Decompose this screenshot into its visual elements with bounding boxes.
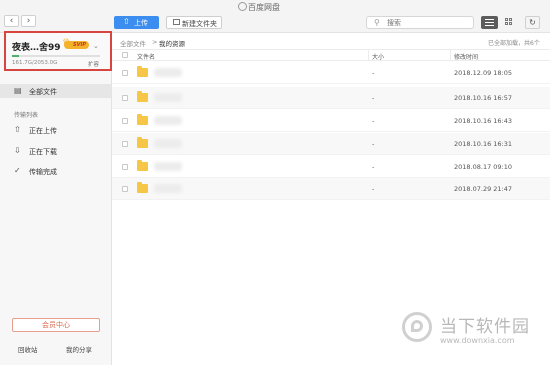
sidebar-item-all-files[interactable]: ▤ 全部文件: [0, 84, 111, 98]
size-cell: -: [372, 185, 375, 193]
grid-view-button[interactable]: [501, 16, 516, 29]
window-title: 百度网盘: [248, 3, 280, 12]
size-cell: -: [372, 117, 375, 125]
select-all-checkbox[interactable]: [122, 52, 128, 58]
check-circle-icon: ✓: [14, 166, 21, 175]
table-row[interactable]: - 2018.08.17 09:10: [112, 156, 550, 178]
size-cell: -: [372, 140, 375, 148]
watermark-text: 当下软件园: [440, 317, 530, 337]
column-header-name[interactable]: 文件名: [137, 52, 155, 61]
table-header: 文件名 大小 修改时间: [112, 49, 550, 61]
sidebar-item-completed[interactable]: ✓ 传输完成: [0, 164, 111, 178]
date-cell: 2018.10.16 16:31: [454, 140, 513, 148]
row-checkbox[interactable]: [122, 95, 128, 101]
file-name-blurred: [154, 93, 182, 102]
table-row[interactable]: - 2018.10.16 16:57: [112, 87, 550, 109]
file-name-blurred: [154, 68, 182, 77]
file-name-blurred: [154, 162, 182, 171]
date-cell: 2018.07.29 21:47: [454, 185, 513, 193]
row-checkbox[interactable]: [122, 186, 128, 192]
upload-icon: ⇧: [14, 125, 21, 134]
folder-icon: [137, 66, 148, 77]
loaded-status: 已全部加载，共6个: [488, 40, 540, 47]
file-name-blurred: [154, 139, 182, 148]
watermark-url: www.downxia.com: [440, 336, 515, 345]
upload-label: 上传: [134, 19, 148, 27]
table-row[interactable]: - 2018.10.16 16:31: [112, 133, 550, 155]
watermark-logo-icon: [402, 312, 432, 342]
list-view-button[interactable]: [481, 16, 498, 29]
transfer-section-title: 传输列表: [14, 112, 39, 119]
search-icon: ⚲: [374, 18, 380, 27]
row-checkbox[interactable]: [122, 70, 128, 76]
folder-icon: [137, 91, 148, 102]
new-folder-button[interactable]: 新建文件夹: [166, 16, 222, 29]
row-checkbox[interactable]: [122, 141, 128, 147]
sidebar-item-uploading[interactable]: ⇧ 正在上传: [0, 123, 111, 137]
folder-icon: [137, 114, 148, 125]
download-icon: ⇩: [14, 146, 21, 155]
file-name-blurred: [154, 116, 182, 125]
search-input[interactable]: [387, 18, 467, 27]
size-cell: -: [372, 94, 375, 102]
file-name-blurred: [154, 184, 182, 193]
vip-badge: SVIP: [64, 41, 89, 49]
quota-bar: [12, 55, 100, 57]
recycle-bin-link[interactable]: 回收站: [18, 344, 38, 354]
date-cell: 2018.08.17 09:10: [454, 163, 513, 171]
refresh-icon: ↻: [529, 18, 536, 27]
sidebar: [0, 33, 112, 365]
chevron-down-icon[interactable]: ⌄: [93, 42, 99, 50]
new-folder-label: 新建文件夹: [182, 20, 217, 28]
sidebar-item-downloading[interactable]: ⇩ 正在下载: [0, 144, 111, 158]
column-header-size[interactable]: 大小: [372, 52, 384, 61]
quota-text: 161.7G/2053.0G: [12, 60, 58, 66]
search-box[interactable]: ⚲: [366, 16, 474, 29]
upload-icon: ⇧: [123, 17, 130, 26]
table-row[interactable]: - 2018.10.16 16:43: [112, 110, 550, 132]
chevron-left-icon: ‹: [9, 16, 14, 26]
breadcrumb-root[interactable]: 全部文件: [120, 38, 146, 48]
size-cell: -: [372, 163, 375, 171]
sidebar-item-label: 全部文件: [29, 88, 57, 96]
new-folder-icon: [173, 19, 180, 25]
date-cell: 2018.10.16 16:43: [454, 117, 513, 125]
folder-icon: [137, 160, 148, 171]
document-icon: ▤: [14, 86, 22, 95]
sidebar-item-label: 正在上传: [29, 127, 57, 135]
refresh-button[interactable]: ↻: [525, 16, 540, 29]
date-cell: 2018.10.16 16:57: [454, 94, 513, 102]
size-cell: -: [372, 69, 375, 77]
username: 夜表…舍99: [12, 43, 61, 53]
chevron-right-icon: ›: [26, 16, 31, 26]
date-cell: 2018.12.09 18:05: [454, 69, 513, 77]
breadcrumb-separator: >: [152, 38, 158, 46]
app-logo-icon: [238, 2, 247, 11]
upload-button[interactable]: ⇧ 上传: [114, 16, 159, 29]
expand-storage-link[interactable]: 扩容: [88, 60, 99, 68]
table-row[interactable]: - 2018.12.09 18:05: [112, 62, 550, 84]
member-center-button[interactable]: 会员中心: [12, 318, 100, 332]
row-checkbox[interactable]: [122, 164, 128, 170]
table-row[interactable]: - 2018.07.29 21:47: [112, 178, 550, 200]
column-header-modified[interactable]: 修改时间: [454, 52, 478, 61]
list-view-icon: [485, 19, 494, 20]
my-share-link[interactable]: 我的分享: [66, 344, 92, 354]
sidebar-item-label: 传输完成: [29, 168, 57, 176]
back-button[interactable]: ‹: [4, 15, 19, 27]
breadcrumb-current: 我的资源: [159, 40, 185, 48]
folder-icon: [137, 182, 148, 193]
row-checkbox[interactable]: [122, 118, 128, 124]
folder-icon: [137, 137, 148, 148]
grid-view-icon: [505, 18, 508, 21]
forward-button[interactable]: ›: [21, 15, 36, 27]
quota-bar-fill: [12, 55, 19, 57]
sidebar-item-label: 正在下载: [29, 148, 57, 156]
